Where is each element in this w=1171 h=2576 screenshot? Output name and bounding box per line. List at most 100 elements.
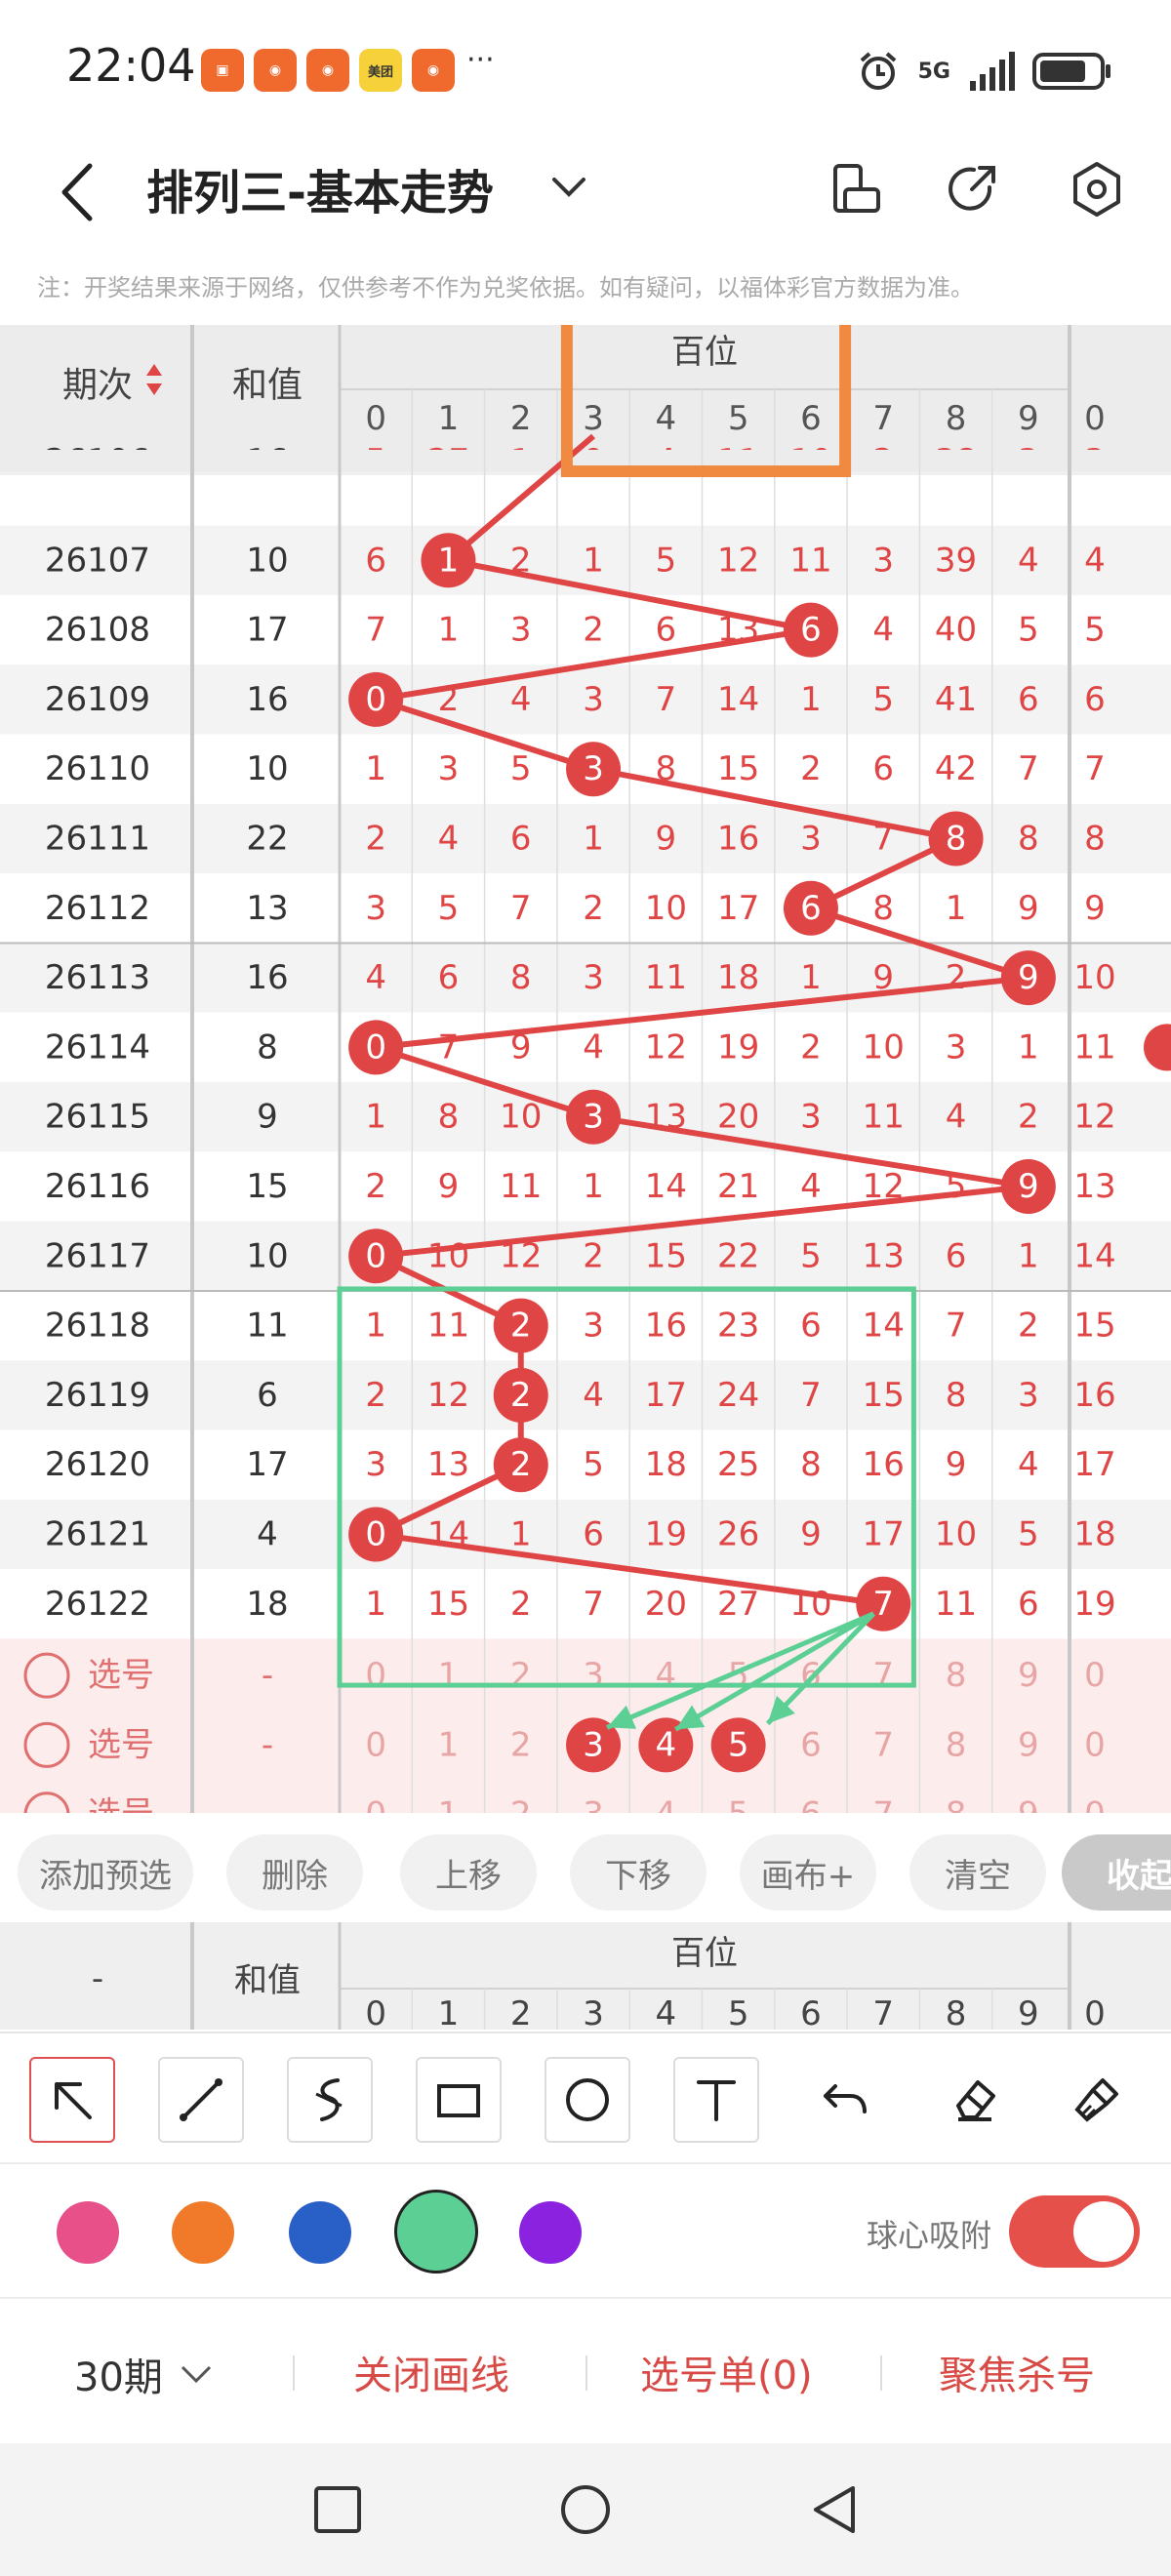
collapse-button[interactable]: 收起 [1062, 1834, 1171, 1911]
row-cell: 1 [583, 541, 604, 580]
network-type: 5G [917, 59, 950, 84]
row-sum: 10 [246, 749, 288, 788]
digit-header-4: 4 [656, 399, 677, 438]
arrow-tool-icon[interactable] [29, 2057, 115, 2143]
home-circle-icon[interactable] [558, 2482, 613, 2537]
share-icon[interactable] [941, 158, 1003, 221]
winning-ball-number: 6 [800, 611, 822, 650]
snap-toggle[interactable] [1009, 2195, 1140, 2268]
color-swatch-1[interactable] [57, 2201, 119, 2264]
row-sum: 17 [246, 611, 288, 650]
color-swatch-2[interactable] [172, 2201, 234, 2264]
select-cell: 0 [365, 1725, 386, 1764]
row-cell: 8 [872, 889, 894, 928]
recents-square-icon[interactable] [310, 2482, 365, 2537]
delete-button[interactable]: 删除 [226, 1834, 363, 1911]
row-cell: 5 [872, 680, 894, 719]
select-cell: 0 [365, 1795, 386, 1813]
row-cell: 14 [863, 1307, 905, 1346]
row-period: 26107 [45, 541, 150, 580]
row-cell: 2 [583, 611, 604, 650]
winning-ball-number: 6 [800, 889, 822, 928]
bottom-action-bar: 30期 关闭画线 选号单(0) 聚焦杀号 [0, 2299, 1171, 2443]
trend-chart[interactable]: 期次和值百位0123456789026106165271041110238332… [0, 325, 1171, 1813]
row-period: 26111 [45, 820, 150, 859]
text-tool-icon[interactable] [673, 2057, 759, 2143]
page-title[interactable]: 排列三-基本走势 [146, 154, 494, 222]
row-cell: 40 [935, 611, 977, 650]
bottom-extra-header: 0 [1084, 1994, 1106, 2030]
row-cell: 10 [500, 1098, 542, 1137]
undo-icon[interactable] [802, 2057, 888, 2143]
row-cell: 7 [1018, 749, 1039, 788]
back-arrow-icon[interactable] [49, 158, 107, 226]
trend-chart-svg[interactable]: 期次和值百位0123456789026106165271041110238332… [0, 325, 1171, 1813]
row-extra-cell: 17 [1073, 1445, 1115, 1484]
bottom-table-header: - 和值 百位 0 1 2 3 4 5 6 7 8 9 0 [0, 1922, 1171, 2033]
circle-tool-icon[interactable] [545, 2057, 630, 2143]
row-period: 26119 [45, 1376, 150, 1415]
select-extra-cell: 0 [1084, 1795, 1106, 1813]
row-cell: 8 [946, 1376, 967, 1415]
winning-ball-number: 0 [365, 1027, 386, 1067]
screen-rotate-icon[interactable] [826, 158, 888, 221]
row-period: 26121 [45, 1515, 150, 1554]
row-cell: 3 [872, 541, 894, 580]
select-cell: 1 [438, 1795, 460, 1813]
row-cell: 12 [427, 1376, 469, 1415]
row-cell: 11 [789, 541, 831, 580]
color-swatch-5[interactable] [519, 2201, 582, 2264]
row-cell: 2 [1018, 1098, 1039, 1137]
picked-ball-number: 3 [583, 1725, 604, 1764]
snap-label: 球心吸附 [867, 2217, 992, 2254]
select-cell: 6 [800, 1795, 822, 1813]
kuaishou-icon-3: ◉ [412, 49, 455, 92]
clear-button[interactable]: 清空 [909, 1834, 1046, 1911]
row-cell: 15 [717, 749, 759, 788]
select-cell: 8 [946, 1656, 967, 1695]
color-picker-row: 球心吸附 [0, 2164, 1171, 2299]
back-triangle-icon[interactable] [806, 2482, 861, 2537]
row-cell: 6 [1018, 1585, 1039, 1624]
selection-list-button[interactable]: 选号单(0) [640, 2344, 813, 2400]
row-cell: 1 [365, 749, 386, 788]
row-cell: 8 [510, 958, 532, 997]
row-cell: 24 [717, 1376, 759, 1415]
color-swatch-3[interactable] [289, 2201, 351, 2264]
tv-app-icon: ▣ [201, 49, 244, 92]
select-extra-cell: 0 [1084, 1725, 1106, 1764]
settings-hexagon-icon[interactable] [1066, 158, 1128, 221]
row-period: 26115 [45, 1098, 150, 1137]
row-cell: 4 [583, 1376, 604, 1415]
row-sum: 10 [246, 1236, 288, 1275]
move-up-button[interactable]: 上移 [400, 1834, 537, 1911]
select-cell: 2 [510, 1795, 532, 1813]
row-cell: 6 [872, 749, 894, 788]
row-cell: 15 [427, 1585, 469, 1624]
row-period: 26114 [45, 1027, 150, 1067]
focus-kill-button[interactable]: 聚焦杀号 [939, 2344, 1095, 2400]
row-cell: 13 [863, 1236, 905, 1275]
move-down-button[interactable]: 下移 [570, 1834, 707, 1911]
period-select[interactable]: 30期 [74, 2346, 216, 2402]
color-swatch-4[interactable] [394, 2190, 478, 2274]
rectangle-tool-icon[interactable] [416, 2057, 502, 2143]
winning-ball-number: 3 [583, 1098, 604, 1137]
brush-clear-icon[interactable] [1054, 2057, 1140, 2143]
eraser-icon[interactable] [931, 2057, 1017, 2143]
row-cell: 4 [438, 820, 460, 859]
close-lines-button[interactable]: 关闭画线 [353, 2344, 509, 2400]
row-cell: 5 [1018, 611, 1039, 650]
row-cell: 2 [583, 889, 604, 928]
canvas-plus-button[interactable]: 画布+ [740, 1834, 876, 1911]
freehand-tool-icon[interactable] [287, 2057, 373, 2143]
row-cell: 13 [427, 1445, 469, 1484]
add-preselect-button[interactable]: 添加预选 [18, 1834, 193, 1911]
row-cell: 3 [583, 958, 604, 997]
winning-ball-number: 9 [1018, 958, 1039, 997]
row-cell: 4 [510, 680, 532, 719]
line-tool-icon[interactable] [158, 2057, 244, 2143]
select-extra-cell: 0 [1084, 1656, 1106, 1695]
chevron-down-icon[interactable] [546, 164, 591, 209]
row-cell: 21 [717, 1167, 759, 1206]
